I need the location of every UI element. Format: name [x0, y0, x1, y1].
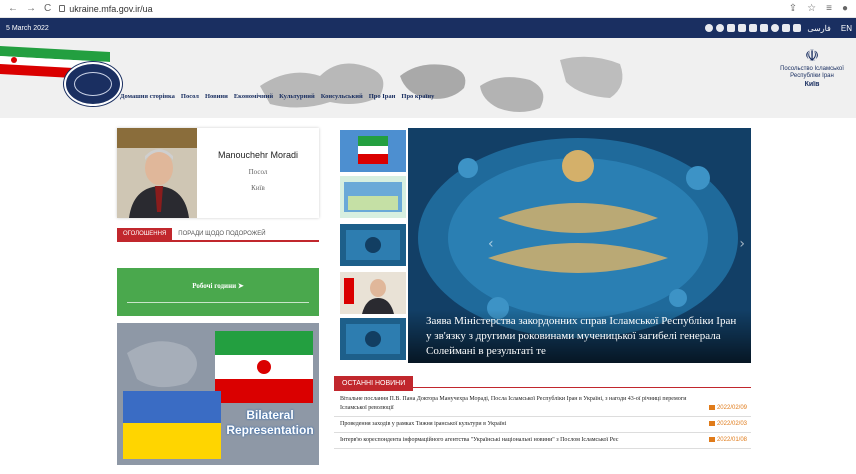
ambassador-city: Київ [251, 184, 265, 192]
slider-thumbnail[interactable] [340, 318, 406, 360]
latest-news-title: ОСТАННІ НОВИНИ [334, 376, 414, 391]
slide-caption[interactable]: Заява Міністерства закордонних справ Ісл… [408, 310, 751, 363]
main-navigation: Домашня сторінка Посол Новини Економічни… [120, 93, 434, 100]
bilateral-line2: Representation [226, 423, 314, 437]
news-item-title[interactable]: Вітальне послання П.В. Пана Доктора Ману… [340, 395, 745, 413]
site-header: Домашня сторінка Посол Новини Економічни… [0, 38, 856, 118]
nav-about-iran[interactable]: Про Іран [369, 93, 396, 100]
nav-ambassador[interactable]: Посол [181, 93, 199, 100]
back-arrow-icon[interactable]: ← [8, 3, 18, 14]
reload-icon[interactable]: C [44, 3, 51, 14]
address-bar[interactable]: ukraine.mfa.gov.ir/ua [59, 3, 153, 14]
nav-about-country[interactable]: Про країну [401, 93, 434, 100]
embassy-title: ☫ Посольство Ісламської Республіки Іран … [772, 48, 852, 89]
iran-emblem-icon: ☫ [804, 48, 820, 65]
nav-economic[interactable]: Економічний [234, 93, 273, 100]
news-item-title[interactable]: Інтерв'ю кореспондента інформаційного аг… [340, 436, 745, 445]
news-item-date: 2022/02/09 [709, 404, 747, 413]
twitter-icon[interactable] [760, 24, 769, 32]
latest-news-header: ОСТАННІ НОВИНИ [334, 372, 751, 391]
rss-icon[interactable] [705, 24, 714, 32]
news-item-date: 2022/01/08 [709, 436, 747, 445]
news-item[interactable]: Інтерв'ю кореспондента інформаційного аг… [334, 433, 751, 449]
slider-prev-arrow-icon[interactable]: ‹ [488, 236, 494, 252]
nav-consular[interactable]: Консульський [321, 93, 363, 100]
reading-list-icon[interactable]: ≡ [826, 3, 832, 14]
news-item-title[interactable]: Проведення заходів у рамках Тижня ірансь… [340, 420, 745, 429]
browser-toolbar: ← → C ukraine.mfa.gov.ir/ua ⇪ ☆ ≡ ● [0, 0, 856, 18]
news-item-date: 2022/02/03 [709, 420, 747, 429]
lock-icon [59, 5, 66, 12]
url-text: ukraine.mfa.gov.ir/ua [69, 3, 153, 14]
working-hours-text: Робочі години [192, 282, 237, 290]
ministry-emblem-logo[interactable] [64, 62, 122, 106]
bilateral-flags-graphic [117, 323, 319, 465]
working-hours-label: Робочі години ➤ [192, 282, 244, 290]
arrow-circle-icon: ➤ [237, 282, 244, 290]
news-list: Вітальне послання П.В. Пана Доктора Ману… [334, 392, 751, 449]
slider-next-arrow-icon[interactable]: › [739, 236, 745, 252]
home-icon[interactable] [793, 24, 802, 32]
ambassador-photo [117, 128, 197, 218]
nav-home[interactable]: Домашня сторінка [120, 93, 175, 100]
facebook-icon[interactable] [738, 24, 747, 32]
news-item[interactable]: Вітальне послання П.В. Пана Доктора Ману… [334, 392, 751, 417]
slider-thumbnails [334, 128, 408, 363]
slider-thumbnail[interactable] [340, 130, 406, 172]
instagram-icon[interactable] [716, 24, 725, 32]
ambassador-card[interactable]: Manouchehr Moradi Посол Київ [117, 128, 319, 218]
tab-travel-advice[interactable]: ПОРАДИ ЩОДО ПОДОРОЖЕЙ [172, 228, 271, 240]
tab-announcements[interactable]: ОГОЛОШЕННЯ [117, 228, 173, 240]
divider [127, 302, 309, 303]
embassy-line2: Республіки Іран [790, 73, 834, 79]
slide-image[interactable]: ‹ › Заява Міністерства закордонних справ… [408, 128, 751, 363]
lang-farsi-link[interactable]: فارسی [807, 24, 831, 33]
slider-thumbnail[interactable] [340, 224, 406, 266]
bookmark-star-icon[interactable]: ☆ [807, 3, 816, 14]
profile-icon[interactable]: ● [842, 3, 848, 14]
social-links [705, 24, 802, 32]
forward-arrow-icon[interactable]: → [26, 3, 36, 14]
news-slider: ‹ › Заява Міністерства закордонних справ… [334, 128, 751, 363]
youtube-icon[interactable] [749, 24, 758, 32]
sitemap-icon[interactable] [782, 24, 791, 32]
aparat-icon[interactable] [771, 24, 780, 32]
telegram-icon[interactable] [727, 24, 736, 32]
ambassador-role: Посол [248, 168, 268, 176]
top-bar: 5 March 2022 فارسی EN [0, 18, 856, 38]
bilateral-line1: Bilateral [246, 408, 294, 422]
bilateral-representation-banner[interactable]: Bilateral Representation [117, 323, 319, 465]
working-hours-box[interactable]: Робочі години ➤ [117, 268, 319, 316]
embassy-line1: Посольство Ісламської [780, 66, 844, 72]
lang-english-link[interactable]: EN [841, 24, 852, 33]
nav-news[interactable]: Новини [205, 93, 228, 100]
slider-thumbnail[interactable] [340, 272, 406, 314]
embassy-city: Київ [804, 81, 820, 88]
world-map-graphic [260, 56, 623, 112]
news-item[interactable]: Проведення заходів у рамках Тижня ірансь… [334, 417, 751, 433]
nav-cultural[interactable]: Культурний [279, 93, 315, 100]
share-icon[interactable]: ⇪ [789, 3, 797, 14]
slider-thumbnail[interactable] [340, 176, 406, 218]
ambassador-name: Manouchehr Moradi [217, 150, 299, 160]
current-date: 5 March 2022 [6, 24, 49, 32]
info-tabs: ОГОЛОШЕННЯ ПОРАДИ ЩОДО ПОДОРОЖЕЙ [117, 228, 319, 242]
